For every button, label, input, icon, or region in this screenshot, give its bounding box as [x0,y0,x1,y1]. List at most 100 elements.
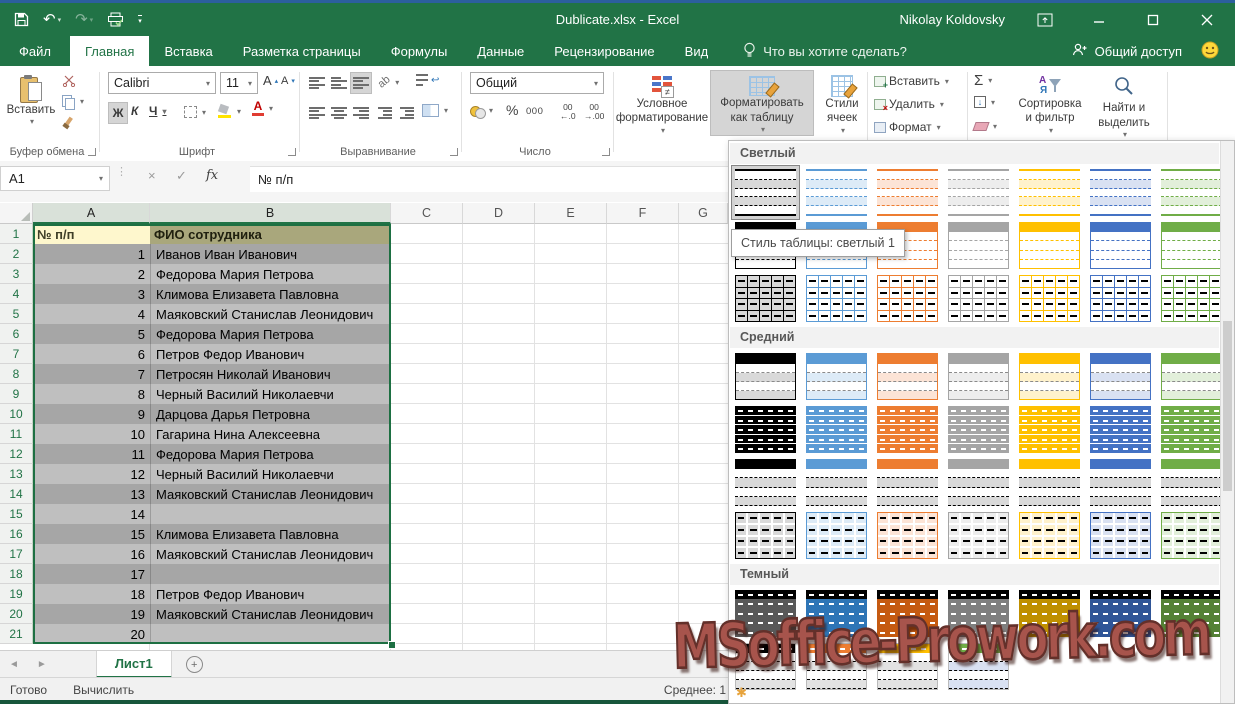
table-style-thumb[interactable] [948,406,1009,453]
cell-A15[interactable]: 14 [33,504,150,524]
cell-B20[interactable]: Маяковский Станислав Леонидович [150,604,391,624]
cell-A1[interactable]: № п/п [33,224,150,244]
underline-button[interactable]: Ч ▾ [149,104,166,118]
column-header-A[interactable]: A [33,203,150,224]
maximize-icon[interactable] [1139,8,1167,32]
number-dialog-launcher[interactable] [602,148,610,156]
align-right-button[interactable] [350,102,372,124]
table-style-thumb[interactable] [948,459,1009,506]
column-header-C[interactable]: C [391,203,463,224]
cell-A11[interactable]: 10 [33,424,150,444]
increase-indent-button[interactable] [396,102,418,124]
row-header-15[interactable]: 15 [0,504,33,524]
confirm-entry-button[interactable]: ✓ [176,168,187,184]
cell-A9[interactable]: 8 [33,384,150,404]
orientation-button[interactable]: ab ▾ [376,73,400,90]
cell-A17[interactable]: 16 [33,544,150,564]
table-style-thumb[interactable] [1161,406,1220,453]
conditional-formatting-button[interactable]: ≠ Условное форматирование ▾ [616,70,708,136]
align-bottom-button[interactable] [350,72,372,94]
customize-qat-icon[interactable]: ▾ [138,14,142,25]
decrease-decimal-button[interactable]: 00 →.00 [584,103,604,121]
row-header-2[interactable]: 2 [0,244,33,264]
share-button[interactable]: Общий доступ [1071,36,1219,66]
empty-cells-grid[interactable] [391,224,728,650]
align-center-button[interactable] [328,102,350,124]
cut-button[interactable] [62,75,76,87]
italic-button[interactable]: К [131,104,138,118]
copy-button[interactable]: ▾ [62,95,84,110]
row-header-18[interactable]: 18 [0,564,33,584]
cell-A21[interactable]: 20 [33,624,150,644]
tab-5[interactable]: Данные [462,36,539,66]
column-header-F[interactable]: F [607,203,679,224]
table-style-thumb[interactable] [1090,406,1151,453]
cell-A4[interactable]: 3 [33,284,150,304]
sort-filter-button[interactable]: АЯ Сортировка и фильтр ▾ [1014,70,1086,136]
shrink-font-button[interactable]: А ▾ [281,75,295,87]
row-header-3[interactable]: 3 [0,264,33,284]
table-style-thumb[interactable] [735,406,796,453]
cell-A13[interactable]: 12 [33,464,150,484]
sheet-tab-list1[interactable]: Лист1 [95,651,172,678]
table-style-thumb[interactable] [1161,275,1220,322]
row-header-1[interactable]: 1 [0,224,33,244]
percent-style-button[interactable]: % [506,102,518,118]
cancel-entry-button[interactable]: × [148,168,156,183]
table-style-thumb[interactable] [1090,275,1151,322]
table-style-thumb[interactable] [877,275,938,322]
tab-6[interactable]: Рецензирование [539,36,669,66]
alignment-dialog-launcher[interactable] [450,148,458,156]
table-style-thumb[interactable] [948,590,1009,637]
cell-B6[interactable]: Федорова Мария Петрова [150,324,391,344]
delete-cells-button[interactable]: × Удалить ▾ [874,97,944,113]
cell-B11[interactable]: Гагарина Нина Алексеевна [150,424,391,444]
row-header-16[interactable]: 16 [0,524,33,544]
table-style-thumb[interactable] [1019,590,1080,637]
insert-cells-button[interactable]: + Вставить ▾ [874,74,949,90]
row-header-5[interactable]: 5 [0,304,33,324]
select-all-corner[interactable] [0,203,33,224]
table-style-thumb[interactable] [1161,512,1220,559]
table-style-thumb[interactable] [806,169,867,216]
grow-font-button[interactable]: А ▴ [263,73,278,88]
new-sheet-button[interactable]: + [185,651,203,678]
new-table-style-icon[interactable]: ✱ [736,685,747,701]
cell-B2[interactable]: Иванов Иван Иванович [150,244,391,264]
table-style-thumb[interactable] [1019,512,1080,559]
row-header-7[interactable]: 7 [0,344,33,364]
ribbon-display-options-icon[interactable] [1031,8,1059,32]
cell-A8[interactable]: 7 [33,364,150,384]
table-style-thumb[interactable] [735,590,796,637]
table-style-thumb[interactable] [877,169,938,216]
row-header-14[interactable]: 14 [0,484,33,504]
row-header-4[interactable]: 4 [0,284,33,304]
table-style-thumb[interactable] [1161,459,1220,506]
cell-styles-button[interactable]: Стили ячеек ▾ [818,70,866,136]
format-as-table-button[interactable]: Форматировать как таблицу ▾ [710,70,814,136]
table-style-thumb[interactable] [806,406,867,453]
table-style-thumb[interactable] [806,275,867,322]
table-style-thumb[interactable] [1090,222,1151,269]
close-icon[interactable] [1193,8,1221,32]
cell-B16[interactable]: Климова Елизавета Павловна [150,524,391,544]
row-header-9[interactable]: 9 [0,384,33,404]
decrease-indent-button[interactable] [374,102,396,124]
clear-button[interactable]: ▾ [972,122,997,131]
table-style-thumb[interactable] [1090,353,1151,400]
table-style-thumb[interactable] [1161,222,1220,269]
table-style-thumb[interactable] [948,643,1009,690]
table-style-thumb[interactable] [1161,169,1220,216]
cell-A18[interactable]: 17 [33,564,150,584]
table-style-thumb[interactable] [1090,590,1151,637]
column-header-B[interactable]: B [150,203,391,224]
print-preview-icon[interactable] [107,12,124,27]
table-style-thumb[interactable] [1019,353,1080,400]
table-style-thumb[interactable] [735,275,796,322]
cell-B10[interactable]: Дарцова Дарья Петровна [150,404,391,424]
font-dialog-launcher[interactable] [288,148,296,156]
smiley-icon[interactable] [1201,41,1219,62]
table-style-thumb[interactable] [1019,222,1080,269]
merge-center-button[interactable]: ▾ [422,104,448,117]
table-style-thumb[interactable] [806,459,867,506]
